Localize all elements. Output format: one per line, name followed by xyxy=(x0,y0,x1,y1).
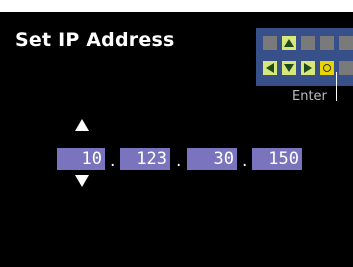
keypad-diagram xyxy=(256,28,353,86)
increment-arrow-icon[interactable] xyxy=(74,118,90,132)
ip-octet-1[interactable]: 10 xyxy=(57,148,105,170)
right-arrow-key-icon xyxy=(301,61,315,75)
decrement-arrow-icon[interactable] xyxy=(74,174,90,188)
ip-octet-3[interactable]: 30 xyxy=(187,148,237,170)
key-blank-4 xyxy=(339,36,353,50)
up-arrow-key-icon xyxy=(282,36,296,50)
key-blank-3 xyxy=(320,36,334,50)
enter-label: Enter xyxy=(292,89,327,104)
ip-octet-2[interactable]: 123 xyxy=(120,148,170,170)
enter-key-icon xyxy=(320,61,334,75)
ip-separator-2: . xyxy=(176,151,182,171)
key-blank-1 xyxy=(263,36,277,50)
enter-pointer-line xyxy=(336,72,337,101)
key-blank-5 xyxy=(339,61,353,75)
page-title: Set IP Address xyxy=(15,29,175,51)
device-screen: Set IP Address Enter 10 . 123 . 30 . 150 xyxy=(0,12,353,267)
key-blank-2 xyxy=(301,36,315,50)
ip-separator-3: . xyxy=(242,151,248,171)
left-arrow-key-icon xyxy=(263,61,277,75)
enter-key-dot xyxy=(323,64,331,72)
down-arrow-key-icon xyxy=(282,61,296,75)
ip-separator-1: . xyxy=(110,151,116,171)
ip-octet-4[interactable]: 150 xyxy=(252,148,302,170)
